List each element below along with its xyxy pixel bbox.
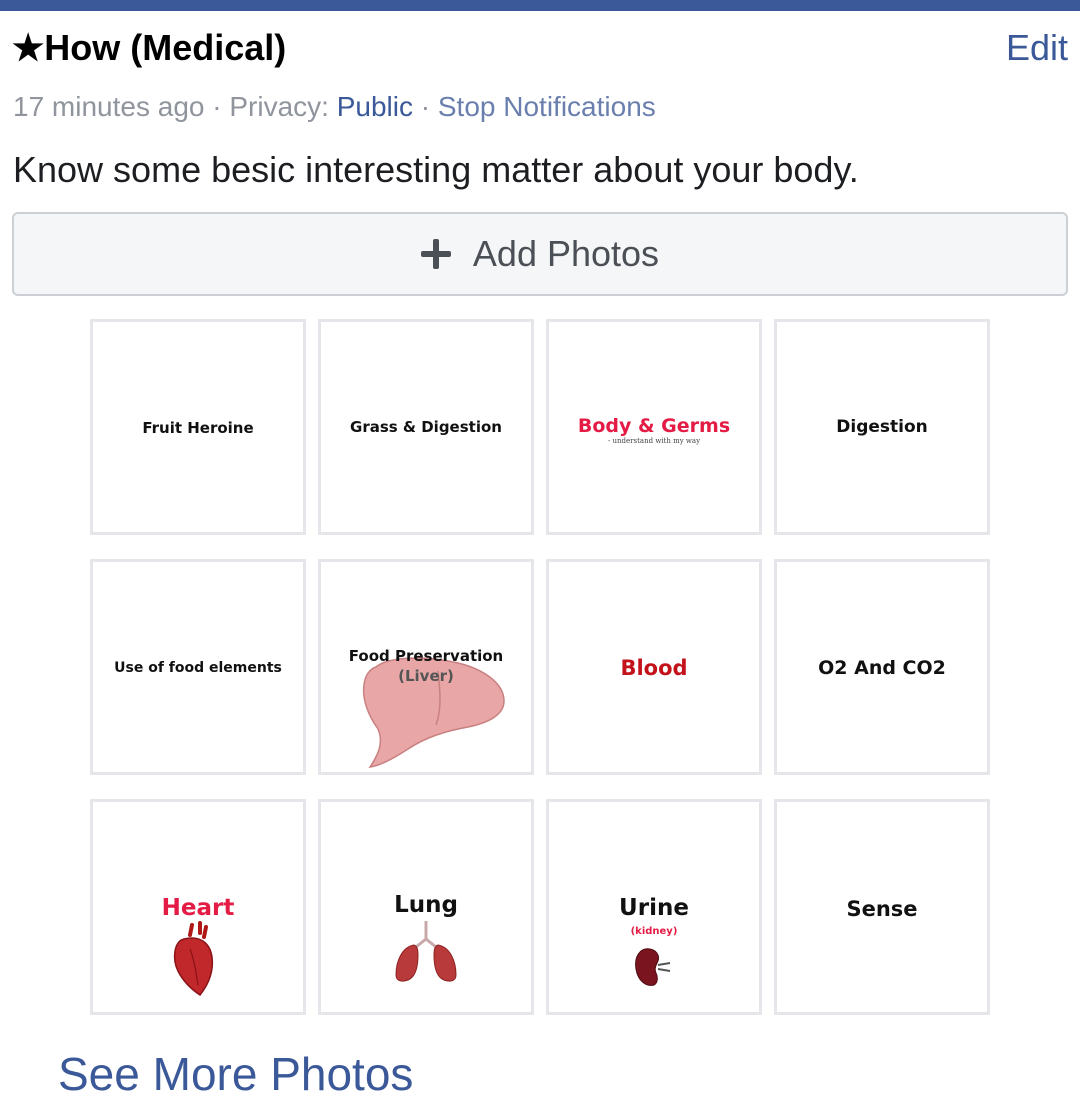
lungs-icon bbox=[395, 921, 457, 982]
photo-subtitle: - understand with my way bbox=[607, 437, 701, 445]
kidney-icon bbox=[635, 948, 671, 986]
photo-thumbnail[interactable]: Digestion bbox=[774, 319, 990, 535]
photo-thumbnail[interactable]: Use of food elements bbox=[90, 559, 306, 775]
add-photos-button[interactable]: Add Photos bbox=[12, 212, 1068, 296]
see-more-photos-link[interactable]: See More Photos bbox=[58, 1046, 413, 1102]
photo-title: Use of food elements bbox=[114, 660, 282, 676]
top-nav-bar bbox=[0, 0, 1080, 11]
post-meta: 17 minutes ago · Privacy: Public · Stop … bbox=[13, 88, 656, 126]
photo-thumbnail[interactable]: Blood bbox=[546, 559, 762, 775]
album-title: ★How (Medical) bbox=[12, 27, 287, 68]
meta-separator: · bbox=[412, 91, 438, 122]
photo-thumbnail[interactable]: Urine (kidney) bbox=[546, 799, 762, 1015]
photo-title: Fruit Heroine bbox=[142, 419, 254, 437]
photo-title: Body & Germs bbox=[577, 415, 731, 437]
edit-link[interactable]: Edit bbox=[1006, 26, 1068, 70]
photo-title: Grass & Digestion bbox=[350, 418, 502, 436]
photo-title: Food Preservation bbox=[348, 647, 504, 665]
photo-thumbnail[interactable]: Fruit Heroine bbox=[90, 319, 306, 535]
timestamp[interactable]: 17 minutes ago bbox=[13, 91, 204, 122]
photo-thumbnail[interactable]: Body & Germs - understand with my way bbox=[546, 319, 762, 535]
photo-thumbnail[interactable]: Heart bbox=[90, 799, 306, 1015]
photo-thumbnail[interactable]: Sense bbox=[774, 799, 990, 1015]
plus-icon bbox=[420, 239, 451, 269]
photo-title: O2 And CO2 bbox=[818, 657, 946, 679]
stop-notifications-link[interactable]: Stop Notifications bbox=[438, 91, 656, 122]
photo-thumbnail[interactable]: Lung bbox=[318, 799, 534, 1015]
meta-separator: · bbox=[204, 91, 230, 122]
photo-thumbnail[interactable]: Grass & Digestion bbox=[318, 319, 534, 535]
photo-thumbnail[interactable]: O2 And CO2 bbox=[774, 559, 990, 775]
heart-organ-icon bbox=[173, 921, 214, 997]
photo-thumbnail[interactable]: Food Preservation (Liver) bbox=[318, 559, 534, 775]
album-description: Know some besic interesting matter about… bbox=[13, 149, 859, 190]
privacy-label: Privacy: bbox=[229, 91, 337, 122]
add-photos-label: Add Photos bbox=[472, 233, 660, 274]
photo-title: Sense bbox=[846, 897, 918, 921]
photo-subtitle: (Liver) bbox=[398, 667, 454, 685]
photo-title: Digestion bbox=[836, 417, 928, 437]
privacy-public-link[interactable]: Public bbox=[337, 91, 413, 122]
photo-title: Blood bbox=[620, 656, 688, 680]
photo-grid: Fruit Heroine Grass & Digestion Body & G… bbox=[90, 319, 990, 1015]
